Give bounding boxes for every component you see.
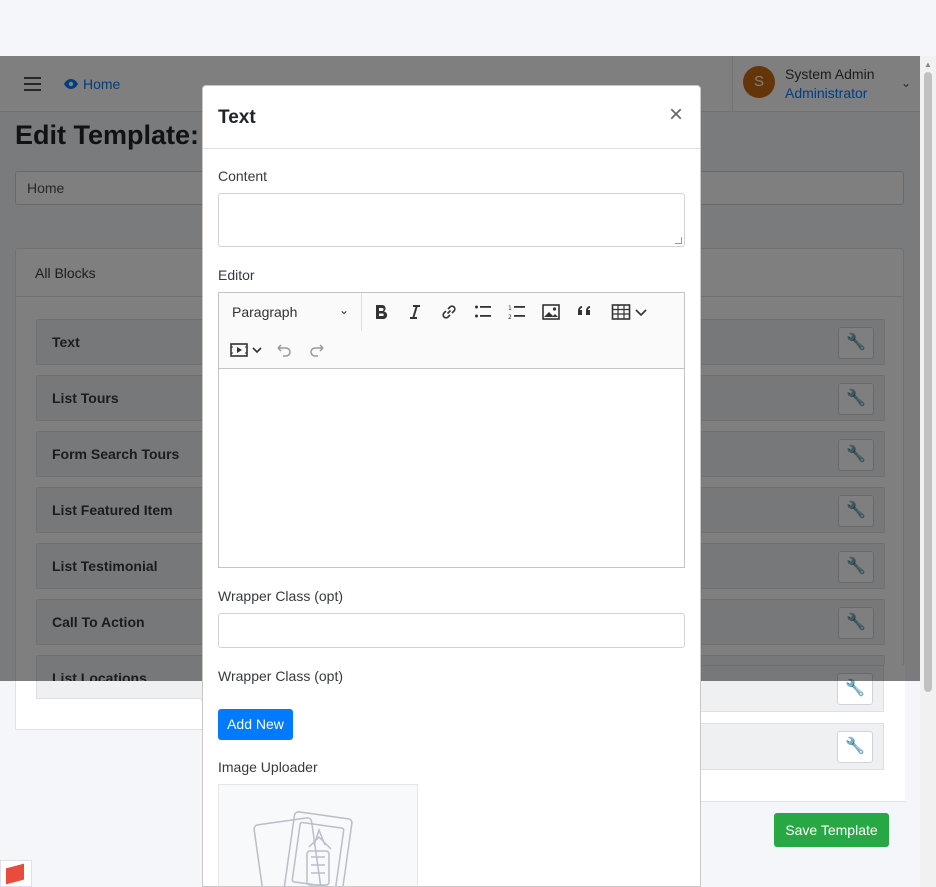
editor-content-area[interactable] <box>219 369 684 567</box>
add-new-button[interactable]: Add New <box>218 709 293 740</box>
svg-text:1: 1 <box>508 305 512 312</box>
debug-toolbar-icon[interactable] <box>0 860 32 887</box>
wrapper-class-label-2: Wrapper Class (opt) <box>218 668 344 684</box>
image-placeholder-icon <box>253 811 353 886</box>
resize-grip[interactable] <box>675 237 682 244</box>
undo-icon[interactable] <box>271 337 297 363</box>
link-icon[interactable] <box>436 299 462 325</box>
save-template-button[interactable]: Save Template <box>774 813 889 847</box>
chevron-down-icon: ⌄ <box>338 303 349 317</box>
scroll-thumb[interactable] <box>924 72 932 692</box>
image-uploader-label: Image Uploader <box>218 759 318 775</box>
redo-icon[interactable] <box>304 337 330 363</box>
bulleted-list-icon[interactable] <box>470 299 496 325</box>
rich-text-editor: Paragraph ⌄ 12 <box>218 292 685 568</box>
card-lower-left <box>15 681 202 730</box>
text-block-modal: Text × Content Editor Paragraph ⌄ 12 Wra… <box>202 85 701 887</box>
wrapper-class-label: Wrapper Class (opt) <box>218 588 344 604</box>
italic-icon[interactable] <box>402 299 428 325</box>
numbered-list-icon[interactable]: 12 <box>504 299 530 325</box>
svg-text:2: 2 <box>508 314 512 321</box>
image-uploader[interactable] <box>218 784 418 886</box>
content-textarea[interactable] <box>218 193 685 247</box>
wrapper-class-input[interactable] <box>218 613 685 648</box>
close-icon[interactable]: × <box>669 103 683 127</box>
chevron-down-icon[interactable] <box>628 299 654 325</box>
card-lower-right: 🔧 🔧 Save Template <box>700 665 905 886</box>
paragraph-format-select[interactable]: Paragraph ⌄ <box>219 293 362 331</box>
card-footer: Save Template <box>700 801 905 886</box>
content-label: Content <box>218 168 268 184</box>
scroll-up-arrow[interactable]: ▲ <box>924 60 932 69</box>
paragraph-select-label: Paragraph <box>232 304 298 320</box>
page-scrollbar[interactable]: ▲ <box>920 56 936 887</box>
block-row[interactable]: 🔧 <box>700 723 884 770</box>
modal-title: Text <box>218 107 256 128</box>
chevron-down-icon[interactable] <box>244 337 270 363</box>
image-icon[interactable] <box>538 299 564 325</box>
modal-header: Text × <box>203 86 700 149</box>
browser-top-strip <box>0 0 936 56</box>
editor-toolbar: Paragraph ⌄ 12 <box>219 293 684 369</box>
bold-icon[interactable] <box>368 299 394 325</box>
wrench-icon[interactable]: 🔧 <box>837 731 873 763</box>
editor-label: Editor <box>218 267 255 283</box>
blockquote-icon[interactable] <box>572 299 598 325</box>
block-row-lower <box>36 681 202 699</box>
